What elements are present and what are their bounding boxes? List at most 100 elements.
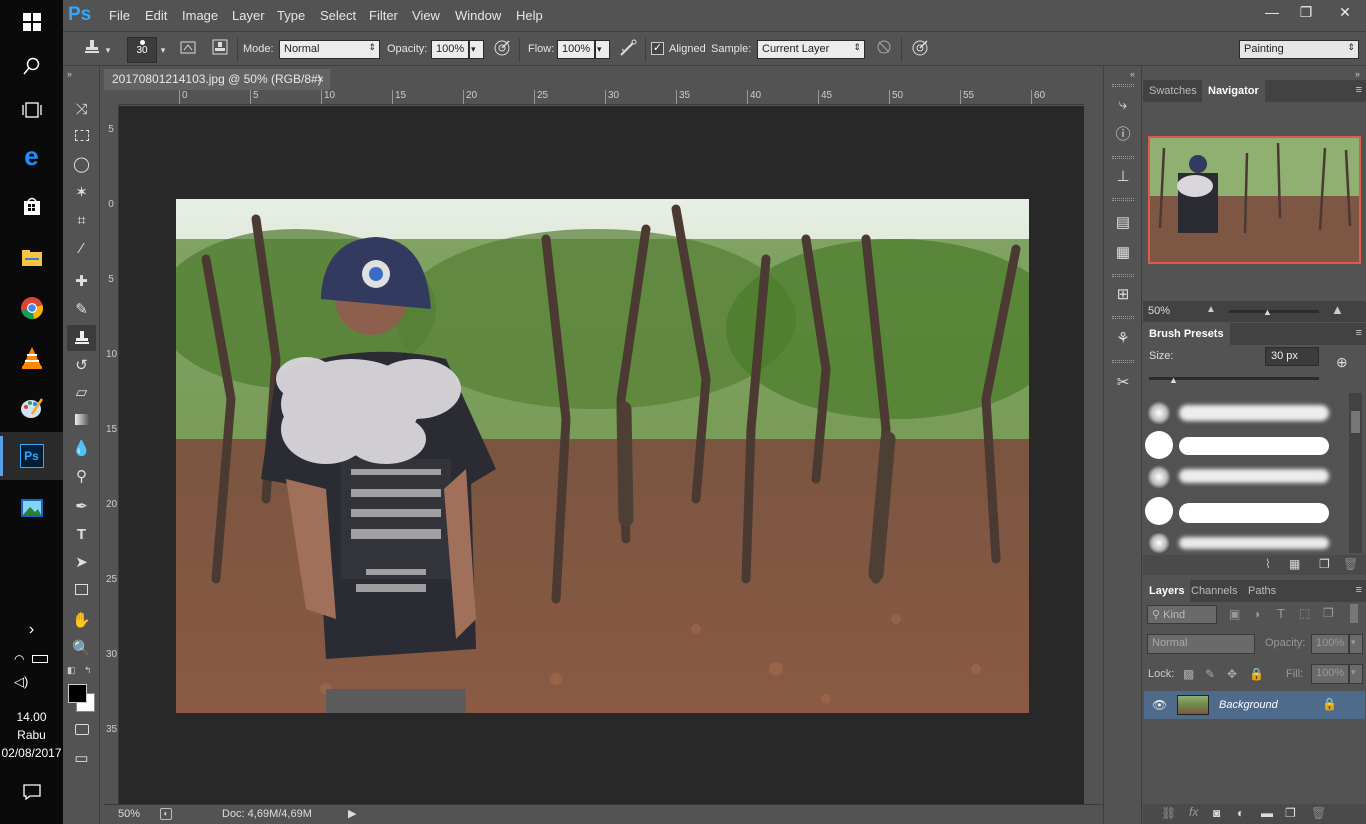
- quick-mask-icon[interactable]: [67, 718, 96, 744]
- move-tool-icon[interactable]: ⤨: [67, 97, 96, 123]
- file-explorer-icon[interactable]: [0, 236, 63, 280]
- menu-type[interactable]: Type: [277, 8, 305, 23]
- fill-input[interactable]: 100%: [1311, 664, 1349, 684]
- layer-name[interactable]: Background: [1219, 699, 1278, 711]
- foreground-color-swatch[interactable]: [68, 684, 87, 703]
- brush-picker-arrow-icon[interactable]: ▾: [157, 39, 169, 61]
- edge-browser-icon[interactable]: e: [0, 134, 63, 178]
- battery-icon[interactable]: [32, 655, 49, 663]
- action-center-icon[interactable]: [0, 770, 63, 814]
- lasso-tool-icon[interactable]: ◯: [67, 152, 96, 178]
- collapse-toolbar-icon[interactable]: »: [67, 69, 72, 79]
- screen-mode-icon[interactable]: ▭: [67, 746, 96, 772]
- tools-settings-icon[interactable]: ✂: [1112, 372, 1134, 394]
- flow-input[interactable]: 100%: [557, 40, 595, 59]
- tool-presets-panel-icon[interactable]: ⊞: [1112, 284, 1134, 306]
- marquee-tool-icon[interactable]: [67, 124, 96, 150]
- brush-panel-icon[interactable]: ⚘: [1112, 328, 1134, 350]
- zoom-tool-icon[interactable]: 🔍: [67, 636, 96, 662]
- clone-stamp-preset-icon[interactable]: [81, 39, 103, 61]
- menu-image[interactable]: Image: [182, 8, 218, 23]
- brush-presets-menu-icon[interactable]: ≡: [1356, 327, 1362, 339]
- aligned-checkbox[interactable]: ✓: [651, 42, 664, 55]
- filter-type-icon[interactable]: T: [1277, 606, 1285, 621]
- filter-shape-icon[interactable]: ⬚: [1299, 606, 1310, 620]
- volume-icon[interactable]: ◁): [0, 670, 63, 694]
- tab-paths[interactable]: Paths: [1242, 580, 1282, 602]
- lock-all-icon[interactable]: 🔒: [1249, 667, 1264, 681]
- default-colors-icon[interactable]: ◧: [67, 665, 76, 676]
- menu-edit[interactable]: Edit: [145, 8, 167, 23]
- document-canvas-image[interactable]: [176, 199, 1029, 713]
- tab-layers[interactable]: Layers: [1143, 580, 1191, 602]
- collapse-strip-icon[interactable]: «: [1130, 69, 1135, 79]
- brush-size-thumb[interactable]: ▲: [1169, 375, 1178, 385]
- lock-image-icon[interactable]: ✎: [1205, 667, 1215, 681]
- lock-transparent-icon[interactable]: ▩: [1183, 667, 1194, 681]
- swap-colors-icon[interactable]: ↰: [84, 665, 92, 676]
- layers-panel-menu-icon[interactable]: ≡: [1356, 584, 1362, 596]
- layer-style-icon[interactable]: fx: [1189, 805, 1198, 819]
- blend-mode-select[interactable]: Normal: [1147, 634, 1255, 654]
- flow-dropdown[interactable]: ▾: [595, 40, 610, 59]
- filter-toggle[interactable]: [1350, 604, 1358, 623]
- link-layers-icon[interactable]: ⛓: [1161, 806, 1176, 820]
- clock-time[interactable]: 14.00: [0, 708, 63, 726]
- chrome-icon[interactable]: [0, 286, 63, 330]
- tab-swatches[interactable]: Swatches: [1143, 80, 1203, 102]
- gradient-tool-icon[interactable]: [67, 408, 96, 434]
- path-selection-tool-icon[interactable]: ➤: [67, 550, 96, 576]
- clone-source-panel-icon[interactable]: ⊥: [1112, 166, 1134, 188]
- eraser-tool-icon[interactable]: ▱: [67, 380, 96, 406]
- blur-tool-icon[interactable]: 💧: [67, 436, 96, 462]
- new-group-icon[interactable]: ▬: [1261, 806, 1273, 820]
- rectangle-tool-icon[interactable]: [67, 578, 96, 604]
- dodge-tool-icon[interactable]: ⚲: [67, 464, 96, 490]
- wifi-icon[interactable]: ◠: [14, 652, 24, 666]
- new-layer-icon[interactable]: ❐: [1285, 806, 1296, 820]
- layer-opacity-dropdown-icon[interactable]: ▾: [1349, 634, 1363, 654]
- brush-tip-hard-alt[interactable]: [1145, 497, 1173, 525]
- brush-tip-soft-small[interactable]: [1147, 533, 1171, 553]
- brush-tip-soft-alt[interactable]: [1147, 465, 1171, 489]
- preset-dropdown-arrow-icon[interactable]: ▾: [103, 39, 113, 61]
- close-button[interactable]: ✕: [1325, 2, 1365, 22]
- brush-list-scrollbar[interactable]: [1349, 393, 1362, 553]
- history-brush-tool-icon[interactable]: ↺: [67, 353, 96, 379]
- toggle-brush-panel-icon[interactable]: [177, 39, 199, 61]
- zoom-in-icon[interactable]: ▲: [1331, 302, 1344, 317]
- pen-tool-icon[interactable]: ✒: [67, 494, 96, 520]
- history-panel-icon[interactable]: ⤷: [1112, 94, 1134, 116]
- navigator-zoom-value[interactable]: 50%: [1148, 305, 1170, 317]
- status-share-icon[interactable]: ◐: [160, 808, 172, 820]
- brush-tool-icon[interactable]: ✎: [67, 297, 96, 323]
- menu-view[interactable]: View: [412, 8, 440, 23]
- hand-tool-icon[interactable]: ✋: [67, 608, 96, 634]
- filter-pixel-icon[interactable]: ▣: [1229, 607, 1240, 621]
- healing-brush-tool-icon[interactable]: ✚: [67, 269, 96, 295]
- delete-brush-icon[interactable]: 🗑: [1343, 557, 1358, 571]
- menu-select[interactable]: Select: [320, 8, 356, 23]
- navigator-preview[interactable]: [1148, 136, 1361, 264]
- brush-tip-soft-30[interactable]: [1147, 401, 1171, 425]
- tab-navigator[interactable]: Navigator: [1202, 80, 1265, 102]
- close-document-icon[interactable]: ×: [317, 72, 324, 86]
- vlc-icon[interactable]: [0, 336, 63, 380]
- document-tab[interactable]: 20170801214103.jpg @ 50% (RGB/8#) ×: [104, 69, 330, 90]
- paragraph-panel-icon[interactable]: ▦: [1112, 242, 1134, 264]
- lock-position-icon[interactable]: ✥: [1227, 667, 1237, 681]
- status-zoom[interactable]: 50%: [118, 808, 140, 820]
- pressure-size-icon[interactable]: [909, 39, 931, 61]
- filter-smart-object-icon[interactable]: ❐: [1323, 606, 1334, 620]
- store-icon[interactable]: [0, 184, 63, 228]
- photoshop-taskbar-icon[interactable]: Ps: [0, 432, 63, 480]
- fill-dropdown-icon[interactable]: ▾: [1349, 664, 1363, 684]
- airbrush-icon[interactable]: [617, 39, 639, 61]
- windows-start-icon[interactable]: [0, 0, 63, 44]
- opacity-input[interactable]: 100%: [431, 40, 469, 59]
- add-mask-icon[interactable]: ◙: [1213, 806, 1220, 820]
- brush-size-input[interactable]: 30 px: [1265, 347, 1319, 366]
- canvas-vertical-scrollbar[interactable]: [1084, 90, 1101, 804]
- brush-grid-icon[interactable]: ▦: [1289, 557, 1300, 571]
- clone-stamp-tool-icon[interactable]: [67, 325, 96, 351]
